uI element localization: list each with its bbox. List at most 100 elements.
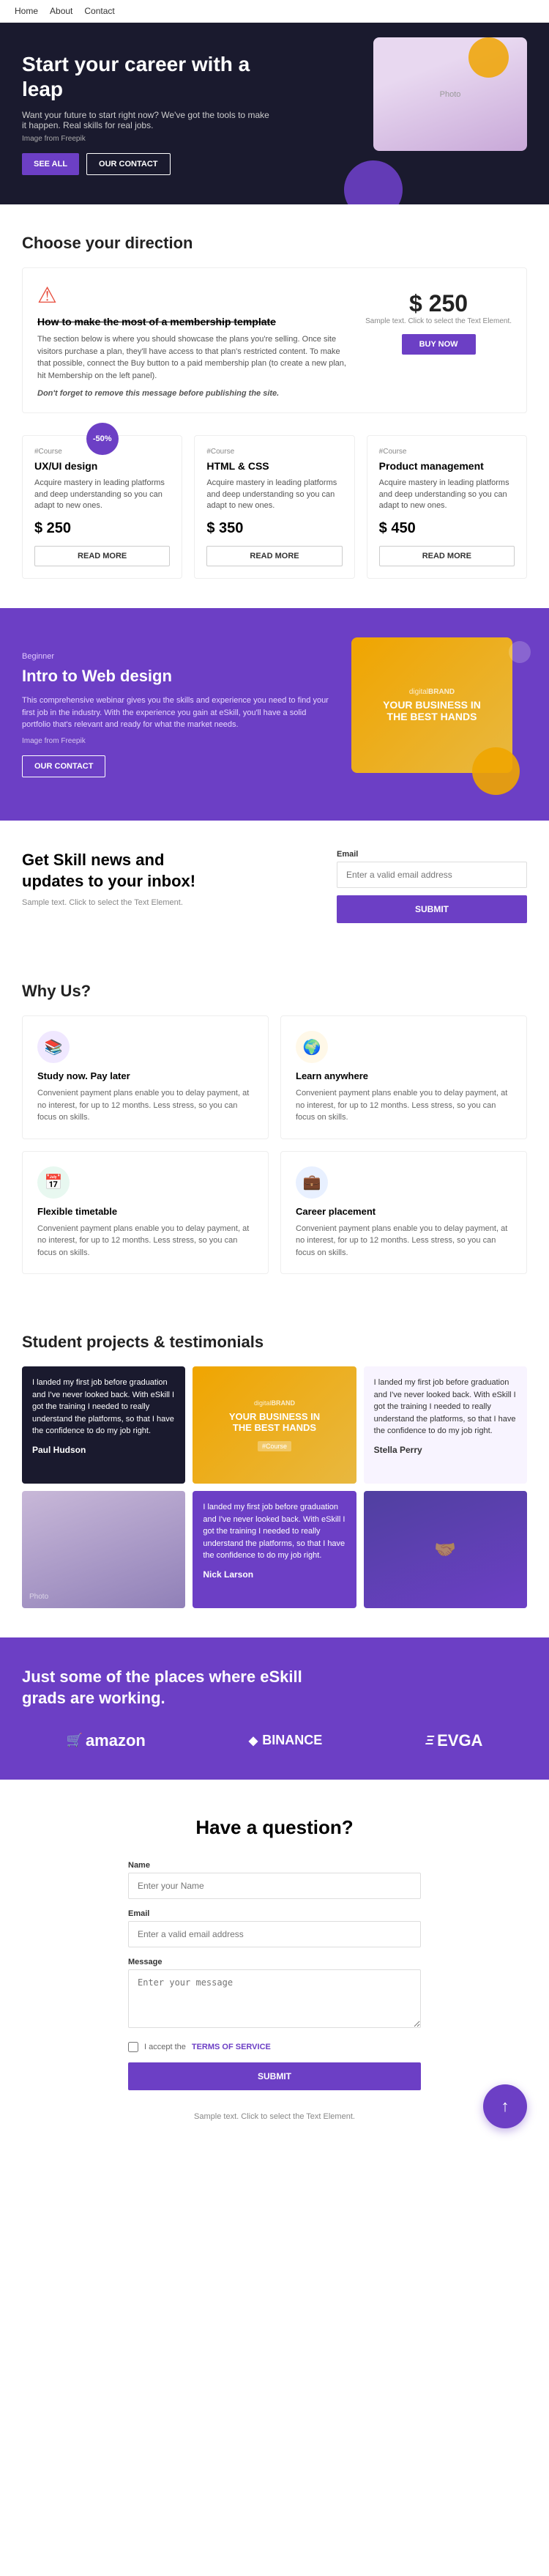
membership-box: ⚠ How to make the most of a membership t… [22,267,527,413]
buy-now-button[interactable]: BUY NOW [402,334,476,355]
read-more-btn-2[interactable]: READ MORE [206,546,342,566]
newsletter-submit-button[interactable]: SUBMIT [337,895,527,923]
intro-tag: Beginner [22,652,337,661]
name-input[interactable] [128,1873,421,1899]
testimonial-4-text: I landed my first job before graduation … [203,1501,346,1562]
testimonials-section: Student projects & testimonials I landed… [0,1303,549,1637]
nav-about[interactable]: About [50,6,72,16]
binance-logo: ◆ BINANCE [249,1733,322,1748]
course-desc-1: Acquire mastery in leading platforms and… [34,478,170,511]
course-tag-3: #Course [379,448,515,456]
why-title: Why Us? [22,982,527,1001]
places-section: Just some of the places where eSkill gra… [0,1637,549,1779]
contact-title: Have a question? [22,1816,527,1839]
terms-link[interactable]: TERMS OF SERVICE [192,2043,271,2051]
why-card-2: 🌍 Learn anywhere Convenient payment plan… [280,1015,527,1139]
amazon-label: amazon [86,1731,146,1750]
alert-icon: ⚠ [37,283,351,308]
read-more-btn-3[interactable]: READ MORE [379,546,515,566]
membership-price: $ 250 [409,290,468,317]
why-card-1-title: Study now. Pay later [37,1070,253,1081]
email-label: Email [337,850,527,859]
testimonials-title: Student projects & testimonials [22,1333,527,1352]
choose-section: Choose your direction ⚠ How to make the … [0,204,549,608]
name-label: Name [128,1861,421,1870]
read-more-btn-1[interactable]: READ MORE [34,546,170,566]
hero-circle-orange [468,37,509,78]
message-label: Message [128,1958,421,1966]
course-card-3: #Course Product management Acquire maste… [367,435,527,579]
hero-content: Start your career with a leap Want your … [22,52,271,175]
contact-footer-note: Sample text. Click to select the Text El… [22,2105,527,2128]
newsletter-section: Get Skill news and updates to your inbox… [0,821,549,952]
membership-right: $ 250 Sample text. Click to select the T… [365,283,512,398]
intro-contact-button[interactable]: OUR CONTACT [22,755,105,777]
testimonials-row2: Photo I landed my first job before gradu… [22,1491,527,1608]
test-person-img: Photo [22,1491,185,1608]
nav-home[interactable]: Home [15,6,38,16]
course-tag-2: #Course [206,448,342,456]
newsletter-title: Get Skill news and updates to your inbox… [22,850,227,892]
hero-description: Want your future to start right now? We'… [22,110,271,130]
binance-label: BINANCE [262,1733,322,1748]
intro-circle-purple-light [509,641,531,663]
why-card-3-title: Flexible timetable [37,1206,253,1217]
hero-title: Start your career with a leap [22,52,271,101]
evga-logo: Ξ EVGA [425,1731,482,1750]
hero-buttons: SEE ALL OUR CONTACT [22,153,271,175]
testimonial-4: I landed my first job before graduation … [193,1491,356,1608]
amazon-logo: 🛒 amazon [67,1731,146,1750]
testimonial-2-img: digitalBRAND YOUR BUSINESS IN THE BEST H… [193,1366,356,1484]
why-card-1: 📚 Study now. Pay later Convenient paymen… [22,1015,269,1139]
nav-contact[interactable]: Contact [84,6,114,16]
newsletter-left: Get Skill news and updates to your inbox… [22,850,315,906]
why-card-4: 💼 Career placement Convenient payment pl… [280,1151,527,1275]
test2-img-line2: THE BEST HANDS [233,1422,316,1434]
binance-icon: ◆ [249,1733,258,1748]
why-card-2-title: Learn anywhere [296,1070,512,1081]
contact-email-input[interactable] [128,1921,421,1947]
course-title-3: Product management [379,460,515,472]
contact-submit-button[interactable]: SUBMIT [128,2062,421,2090]
see-all-button[interactable]: SEE ALL [22,153,79,175]
terms-text: I accept the [144,2043,186,2051]
message-textarea[interactable] [128,1969,421,2028]
why-section: Why Us? 📚 Study now. Pay later Convenien… [0,952,549,1303]
contact-section: Have a question? Name Email Message I ac… [0,1780,549,2143]
intro-image-credit: Image from Freepik [22,737,337,745]
course-card-2: #Course HTML & CSS Acquire mastery in le… [194,435,354,579]
terms-row: I accept the TERMS OF SERVICE [128,2042,421,2052]
career-icon: 💼 [296,1166,328,1199]
floating-circle-button[interactable]: ↑ [483,2084,527,2128]
intro-circle-orange [472,747,520,795]
test-hand-img: 🤝 [364,1491,527,1608]
course-price-3: $ 450 [379,520,515,537]
courses-grid: -50% #Course UX/UI design Acquire master… [22,435,527,579]
testimonials-row1: I landed my first job before graduation … [22,1366,527,1484]
intro-image-container: digitalBRAND YOUR BUSINESS IN THE BEST H… [351,637,527,791]
membership-description: The section below is where you should sh… [37,333,351,382]
intro-description: This comprehensive webinar gives you the… [22,695,337,731]
membership-warning: Don't forget to remove this message befo… [37,389,351,398]
navigation: Home About Contact [0,0,549,23]
amazon-icon: 🛒 [67,1733,83,1748]
why-card-4-title: Career placement [296,1206,512,1217]
intro-section: Beginner Intro to Web design This compre… [0,608,549,821]
membership-left: ⚠ How to make the most of a membership t… [37,283,351,398]
course-desc-2: Acquire mastery in leading platforms and… [206,478,342,511]
test2-img-line1: YOUR BUSINESS IN [229,1411,320,1423]
our-contact-button[interactable]: OUR CONTACT [86,153,170,175]
course-card-1: -50% #Course UX/UI design Acquire master… [22,435,182,579]
intro-img-text1: YOUR BUSINESS IN [383,699,481,711]
choose-title: Choose your direction [22,234,527,253]
testimonial-3-text: I landed my first job before graduation … [374,1377,517,1437]
discount-badge-1: -50% [86,423,119,455]
terms-checkbox[interactable] [128,2042,138,2052]
message-field-group: Message [128,1958,421,2032]
newsletter-form: Email SUBMIT [337,850,527,923]
testimonial-4-author: Nick Larson [203,1569,346,1580]
membership-title: How to make the most of a membership tem… [37,316,351,327]
email-input[interactable] [337,862,527,888]
testimonial-1-text: I landed my first job before graduation … [32,1377,175,1437]
intro-text: Beginner Intro to Web design This compre… [22,652,337,777]
